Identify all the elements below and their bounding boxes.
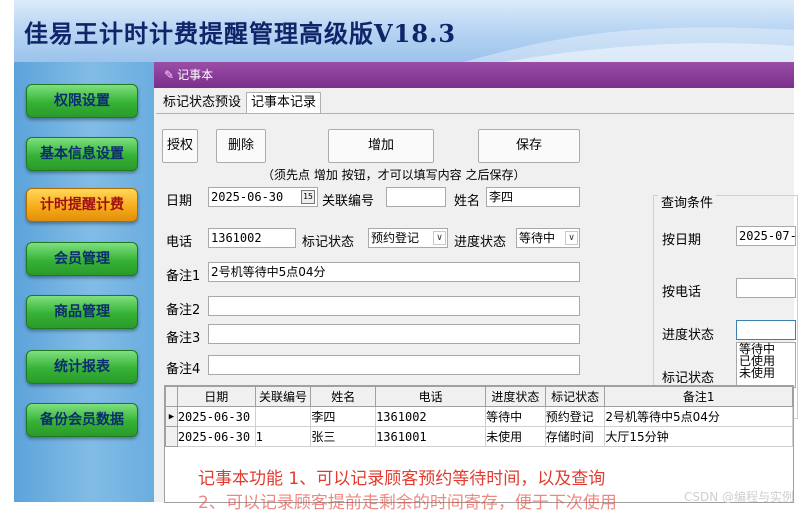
delete-button[interactable]: 删除	[216, 129, 266, 163]
table-row[interactable]: 2025-06-30 1 张三 1361001 未使用 存储时间 大厅15分钟	[165, 426, 793, 447]
mark-label: 标记状态	[302, 235, 355, 250]
note2-field[interactable]	[208, 296, 580, 316]
query-mark-label: 标记状态	[662, 371, 715, 386]
listbox-option[interactable]: 未使用	[739, 367, 795, 379]
app-header: 佳易王计时计费提醒管理高级版V18.3	[14, 0, 794, 62]
column-header[interactable]: 日期	[176, 386, 256, 407]
cell-mark[interactable]: 存储时间	[544, 426, 606, 447]
window-titlebar: ✎ 记事本	[154, 62, 794, 88]
sidebar-item-backup[interactable]: 备份会员数据	[26, 403, 138, 437]
sidebar-item-timing-billing[interactable]: 计时提醒计费	[26, 188, 138, 222]
query-phone-label: 按电话	[662, 285, 702, 300]
cell-note1[interactable]: 2号机等待中5点04分	[604, 406, 793, 427]
name-label: 姓名	[454, 194, 481, 209]
tab-content: 授权 删除 增加 保存 （须先点 增加 按钮，才可以填写内容 之后保存） 日期 …	[156, 113, 798, 503]
table-header-row: 日期 关联编号 姓名 电话 进度状态 标记状态 备注1	[165, 386, 793, 407]
note1-label: 备注1	[166, 269, 201, 284]
name-field[interactable]: 李四	[486, 187, 580, 207]
window-title: 记事本	[177, 68, 214, 82]
hint-text: （须先点 增加 按钮，才可以填写内容 之后保存）	[262, 168, 526, 182]
header-wave-decoration	[464, 27, 794, 62]
cell-phone[interactable]: 1361002	[375, 406, 487, 427]
column-header[interactable]: 关联编号	[254, 386, 312, 407]
tab-strip: 标记状态预设 记事本记录	[158, 92, 322, 114]
cell-date[interactable]: 2025-06-30	[176, 406, 256, 427]
sidebar-item-permissions[interactable]: 权限设置	[26, 84, 138, 118]
note2-label: 备注2	[166, 303, 201, 318]
query-date-field[interactable]: 2025-07-	[736, 226, 796, 246]
note3-field[interactable]	[208, 324, 580, 344]
query-progress-label: 进度状态	[662, 328, 715, 343]
date-value: 2025-06-30	[211, 190, 284, 204]
column-header[interactable]: 进度状态	[485, 386, 546, 407]
query-progress-field[interactable]	[736, 320, 796, 340]
table-row[interactable]: ▶ 2025-06-30 李四 1361002 等待中 预约登记 2号机等待中5…	[165, 406, 793, 427]
note3-label: 备注3	[166, 331, 201, 346]
row-indicator-header	[165, 386, 178, 407]
sidebar: 权限设置 基本信息设置 计时提醒计费 会员管理 商品管理 统计报表 备份会员数据	[14, 62, 154, 502]
calendar-icon[interactable]: 15	[301, 190, 315, 204]
watermark: CSDN @编程与实例	[683, 490, 794, 504]
row-indicator	[165, 426, 178, 447]
cell-ref[interactable]	[254, 406, 312, 427]
sidebar-item-products[interactable]: 商品管理	[26, 295, 138, 329]
chevron-down-icon: ∨	[565, 231, 578, 245]
progress-select[interactable]: 等待中 ∨	[516, 228, 580, 248]
cell-name[interactable]: 张三	[310, 426, 377, 447]
feature-note-line2: 2、可以记录顾客提前走剩余的时间寄存，便于下次使用	[198, 493, 617, 513]
feature-note-line1: 记事本功能 1、可以记录顾客预约等待时间，以及查询	[198, 469, 606, 489]
app-title: 佳易王计时计费提醒管理高级版V18.3	[24, 19, 457, 48]
phone-label: 电话	[166, 235, 193, 250]
cell-date[interactable]: 2025-06-30	[176, 426, 256, 447]
column-header[interactable]: 标记状态	[544, 386, 606, 407]
cell-mark[interactable]: 预约登记	[544, 406, 606, 427]
column-header[interactable]: 电话	[375, 386, 487, 407]
cell-ref[interactable]: 1	[254, 426, 312, 447]
cell-progress[interactable]: 未使用	[485, 426, 546, 447]
notepad-icon: ✎	[164, 68, 175, 82]
note4-field[interactable]	[208, 355, 580, 375]
authorize-button[interactable]: 授权	[162, 129, 198, 163]
date-label: 日期	[166, 194, 193, 209]
save-button[interactable]: 保存	[478, 129, 580, 163]
sidebar-item-reports[interactable]: 统计报表	[26, 350, 138, 384]
column-header[interactable]: 备注1	[604, 386, 793, 407]
query-group-title: 查询条件	[658, 192, 717, 211]
query-mark-listbox[interactable]: 等待中 已使用 未使用	[736, 342, 796, 388]
progress-select-value: 等待中	[519, 231, 556, 245]
mark-select-value: 预约登记	[371, 231, 420, 245]
ref-field[interactable]	[386, 187, 446, 207]
tab-notepad-records[interactable]: 记事本记录	[246, 92, 322, 114]
query-phone-field[interactable]	[736, 278, 796, 298]
mark-select[interactable]: 预约登记 ∨	[368, 228, 448, 248]
phone-field[interactable]: 1361002	[208, 228, 296, 248]
cell-name[interactable]: 李四	[310, 406, 377, 427]
cell-progress[interactable]: 等待中	[485, 406, 546, 427]
column-header[interactable]: 姓名	[310, 386, 377, 407]
cell-note1[interactable]: 大厅15分钟	[604, 426, 793, 447]
tab-mark-presets[interactable]: 标记状态预设	[158, 92, 246, 114]
progress-label: 进度状态	[454, 235, 507, 250]
note1-field[interactable]: 2号机等待中5点04分	[208, 262, 580, 282]
current-row-arrow-icon: ▶	[165, 406, 178, 427]
date-picker[interactable]: 2025-06-30 15	[208, 187, 318, 207]
notepad-window: ✎ 记事本 标记状态预设 记事本记录 授权 删除 增加 保存 （须先点 增加 按钮…	[154, 62, 798, 513]
note4-label: 备注4	[166, 362, 201, 377]
chevron-down-icon: ∨	[433, 231, 446, 245]
sidebar-item-basic-info[interactable]: 基本信息设置	[26, 137, 138, 171]
sidebar-item-members[interactable]: 会员管理	[26, 242, 138, 276]
query-date-label: 按日期	[662, 233, 702, 248]
ref-label: 关联编号	[322, 194, 375, 209]
cell-phone[interactable]: 1361001	[375, 426, 487, 447]
add-button[interactable]: 增加	[328, 129, 434, 163]
